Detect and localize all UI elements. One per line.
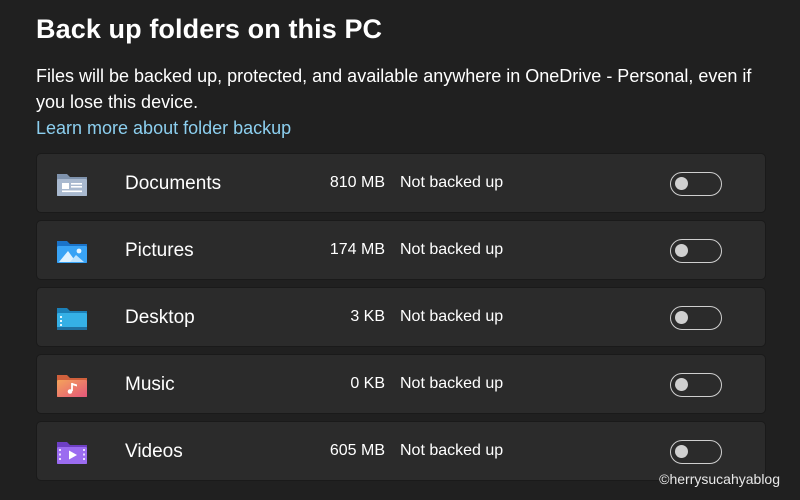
backup-status: Not backed up [400, 174, 504, 191]
folder-name: Music [125, 374, 175, 395]
backup-status: Not backed up [400, 375, 504, 392]
folder-row-desktop: Desktop 3 KB Not backed up [36, 287, 766, 347]
music-folder-icon [55, 371, 89, 399]
toggle-knob [675, 244, 688, 257]
music-backup-toggle[interactable] [670, 373, 722, 397]
folder-size: 174 MB [329, 241, 385, 258]
learn-more-link[interactable]: Learn more about folder backup [36, 118, 291, 139]
videos-backup-toggle[interactable] [670, 440, 722, 464]
pictures-folder-icon [55, 237, 89, 265]
toggle-knob [675, 445, 688, 458]
pictures-backup-toggle[interactable] [670, 239, 722, 263]
folder-row-documents: Documents 810 MB Not backed up [36, 153, 766, 213]
folder-size: 605 MB [329, 442, 385, 459]
toggle-knob [675, 378, 688, 391]
folder-name: Pictures [125, 240, 194, 261]
page-title: Back up folders on this PC [36, 14, 383, 44]
folder-name: Desktop [125, 307, 195, 328]
videos-folder-icon [55, 438, 89, 466]
documents-folder-icon [55, 170, 89, 198]
page-description: Files will be backed up, protected, and … [36, 66, 752, 112]
folder-size: 0 KB [350, 375, 385, 392]
backup-status: Not backed up [400, 308, 504, 325]
desktop-backup-toggle[interactable] [670, 306, 722, 330]
watermark-text: ©herrysucahyablog [659, 471, 780, 487]
toggle-knob [675, 177, 688, 190]
backup-status: Not backed up [400, 241, 504, 258]
folder-name: Videos [125, 441, 183, 462]
backup-folders-page: Back up folders on this PC Files will be… [0, 0, 800, 500]
folder-size: 3 KB [350, 308, 385, 325]
toggle-knob [675, 311, 688, 324]
desktop-folder-icon [55, 304, 89, 332]
folder-row-pictures: Pictures 174 MB Not backed up [36, 220, 766, 280]
backup-status: Not backed up [400, 442, 504, 459]
documents-backup-toggle[interactable] [670, 172, 722, 196]
folder-row-music: Music 0 KB Not backed up [36, 354, 766, 414]
folder-row-videos: Videos 605 MB Not backed up [36, 421, 766, 481]
folder-name: Documents [125, 173, 222, 194]
folder-size: 810 MB [329, 174, 385, 191]
